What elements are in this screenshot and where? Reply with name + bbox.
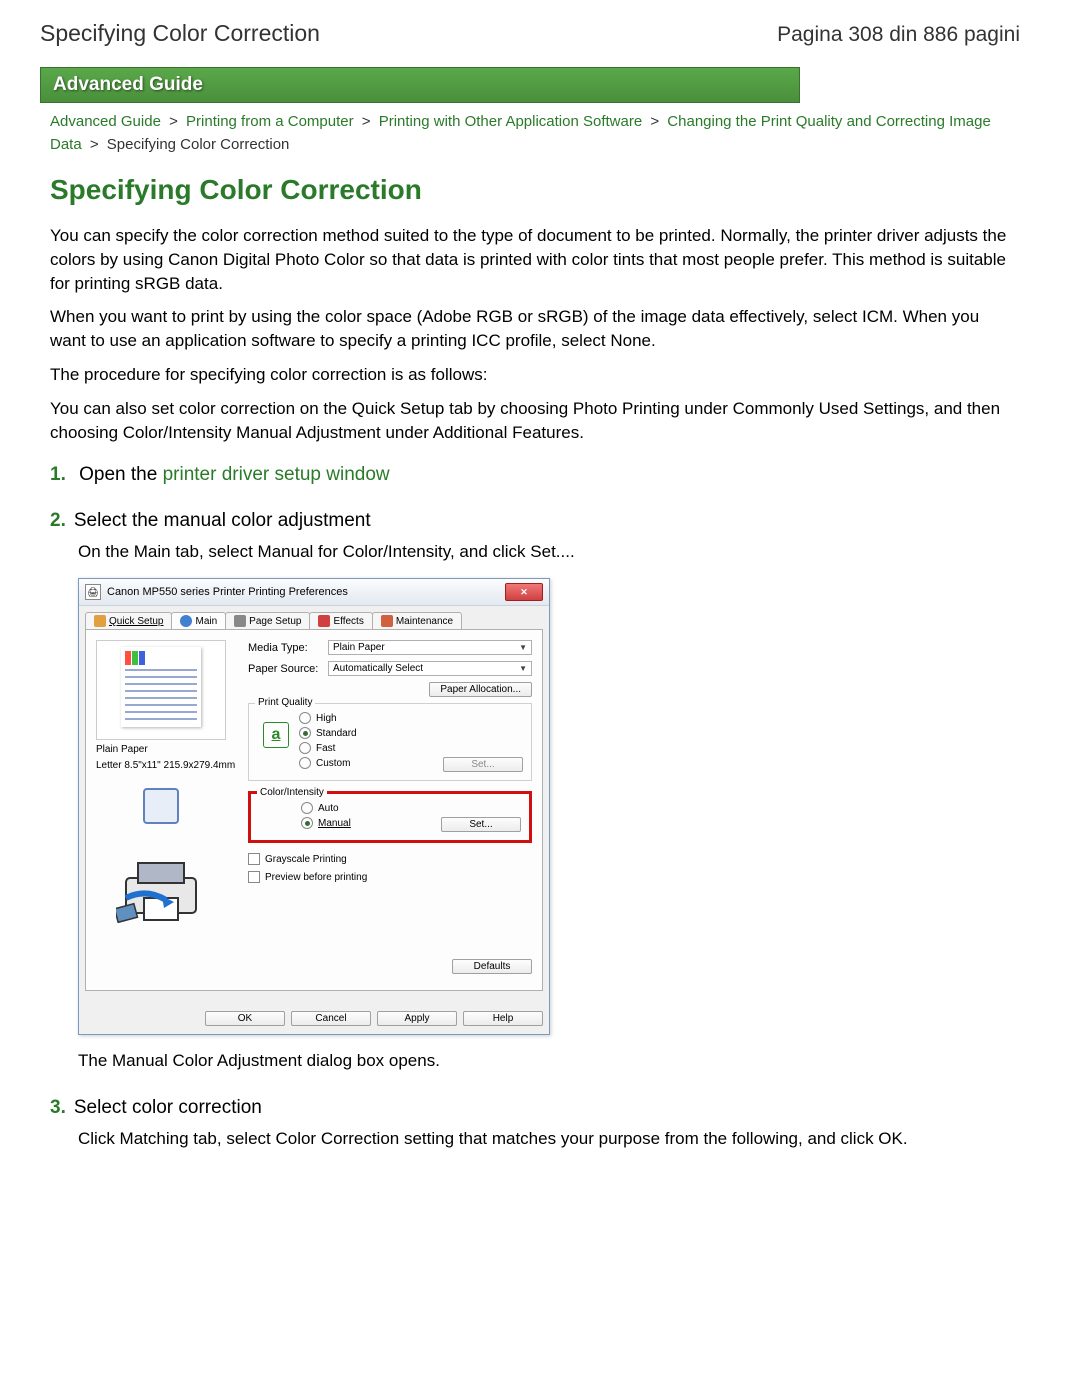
breadcrumb-sep: > <box>362 113 371 130</box>
paper-source-select[interactable]: Automatically Select▼ <box>328 661 532 676</box>
breadcrumb-sep: > <box>90 136 99 153</box>
breadcrumb-current: Specifying Color Correction <box>107 136 290 153</box>
color-preview <box>96 778 226 834</box>
dialog-titlebar: 🖨 Canon MP550 series Printer Printing Pr… <box>79 579 549 606</box>
printer-illustration <box>96 840 226 940</box>
intro-p2: When you want to print by using the colo… <box>50 305 1010 353</box>
help-button[interactable]: Help <box>463 1011 543 1026</box>
quality-standard-radio[interactable]: Standard <box>299 727 523 739</box>
tab-maintenance[interactable]: Maintenance <box>372 612 462 629</box>
page-preview <box>96 640 226 740</box>
breadcrumb-sep: > <box>650 113 659 130</box>
intro-p4: You can also set color correction on the… <box>50 397 1010 445</box>
quality-custom-radio[interactable]: Custom <box>299 757 350 769</box>
breadcrumb-link-0[interactable]: Advanced Guide <box>50 113 161 130</box>
tab-page-setup[interactable]: Page Setup <box>225 612 310 629</box>
cancel-button[interactable]: Cancel <box>291 1011 371 1026</box>
tab-main[interactable]: Main <box>171 612 226 629</box>
media-type-label: Media Type: <box>248 642 320 654</box>
printer-icon: 🖨 <box>85 584 101 600</box>
defaults-button[interactable]: Defaults <box>452 959 532 974</box>
tab-quick-setup[interactable]: Quick Setup <box>85 612 172 629</box>
close-button[interactable]: ✕ <box>505 583 543 601</box>
color-auto-radio[interactable]: Auto <box>301 802 521 814</box>
step-2-head: Select the manual color adjustment <box>50 510 1010 532</box>
color-intensity-legend: Color/Intensity <box>257 787 327 798</box>
paper-source-label: Paper Source: <box>248 663 320 675</box>
breadcrumb-link-1[interactable]: Printing from a Computer <box>186 113 354 130</box>
page-header-title: Specifying Color Correction <box>40 20 320 47</box>
breadcrumb-sep: > <box>169 113 178 130</box>
preview-caption-1: Plain Paper <box>96 744 236 756</box>
step-2-after: The Manual Color Adjustment dialog box o… <box>78 1049 1010 1073</box>
color-manual-radio[interactable]: Manual <box>301 817 351 829</box>
chevron-down-icon: ▼ <box>519 643 527 652</box>
dialog-title: Canon MP550 series Printer Printing Pref… <box>107 586 348 598</box>
intro-p3: The procedure for specifying color corre… <box>50 363 1010 387</box>
color-set-button[interactable]: Set... <box>441 817 521 832</box>
step-3-head: Select color correction <box>50 1097 1010 1119</box>
quality-set-button[interactable]: Set... <box>443 757 523 772</box>
page-number: Pagina 308 din 886 pagini <box>777 23 1020 47</box>
step-3-body: Click Matching tab, select Color Correct… <box>78 1127 1010 1151</box>
preview-caption-2: Letter 8.5"x11" 215.9x279.4mm <box>96 760 236 772</box>
guide-bar: Advanced Guide <box>40 67 800 103</box>
intro-p1: You can specify the color correction met… <box>50 224 1010 295</box>
paper-allocation-button[interactable]: Paper Allocation... <box>429 682 532 697</box>
color-intensity-group: Color/Intensity Auto Manual Set... <box>248 791 532 843</box>
printer-driver-setup-link[interactable]: printer driver setup window <box>163 464 390 485</box>
tab-effects[interactable]: Effects <box>309 612 372 629</box>
print-quality-group: Print Quality a High Standard Fast Custo… <box>248 703 532 781</box>
page-title: Specifying Color Correction <box>50 174 1010 206</box>
preview-checkbox[interactable]: Preview before printing <box>248 871 532 883</box>
media-type-select[interactable]: Plain Paper▼ <box>328 640 532 655</box>
dialog-tabs: Quick Setup Main Page Setup Effects Main… <box>79 606 549 629</box>
chevron-down-icon: ▼ <box>519 664 527 673</box>
grayscale-checkbox[interactable]: Grayscale Printing <box>248 853 532 865</box>
quality-fast-radio[interactable]: Fast <box>299 742 523 754</box>
quality-high-radio[interactable]: High <box>299 712 523 724</box>
breadcrumb-link-2[interactable]: Printing with Other Application Software <box>379 113 642 130</box>
ok-button[interactable]: OK <box>205 1011 285 1026</box>
step-1-prefix: Open the <box>79 464 162 485</box>
breadcrumb: Advanced Guide > Printing from a Compute… <box>50 111 1010 156</box>
quality-a-icon: a <box>263 722 289 748</box>
step-2-body: On the Main tab, select Manual for Color… <box>78 540 1010 564</box>
apply-button[interactable]: Apply <box>377 1011 457 1026</box>
printer-preferences-dialog: 🖨 Canon MP550 series Printer Printing Pr… <box>78 578 550 1035</box>
print-quality-legend: Print Quality <box>255 697 315 708</box>
step-1-head: Open the printer driver setup window <box>50 464 1010 486</box>
